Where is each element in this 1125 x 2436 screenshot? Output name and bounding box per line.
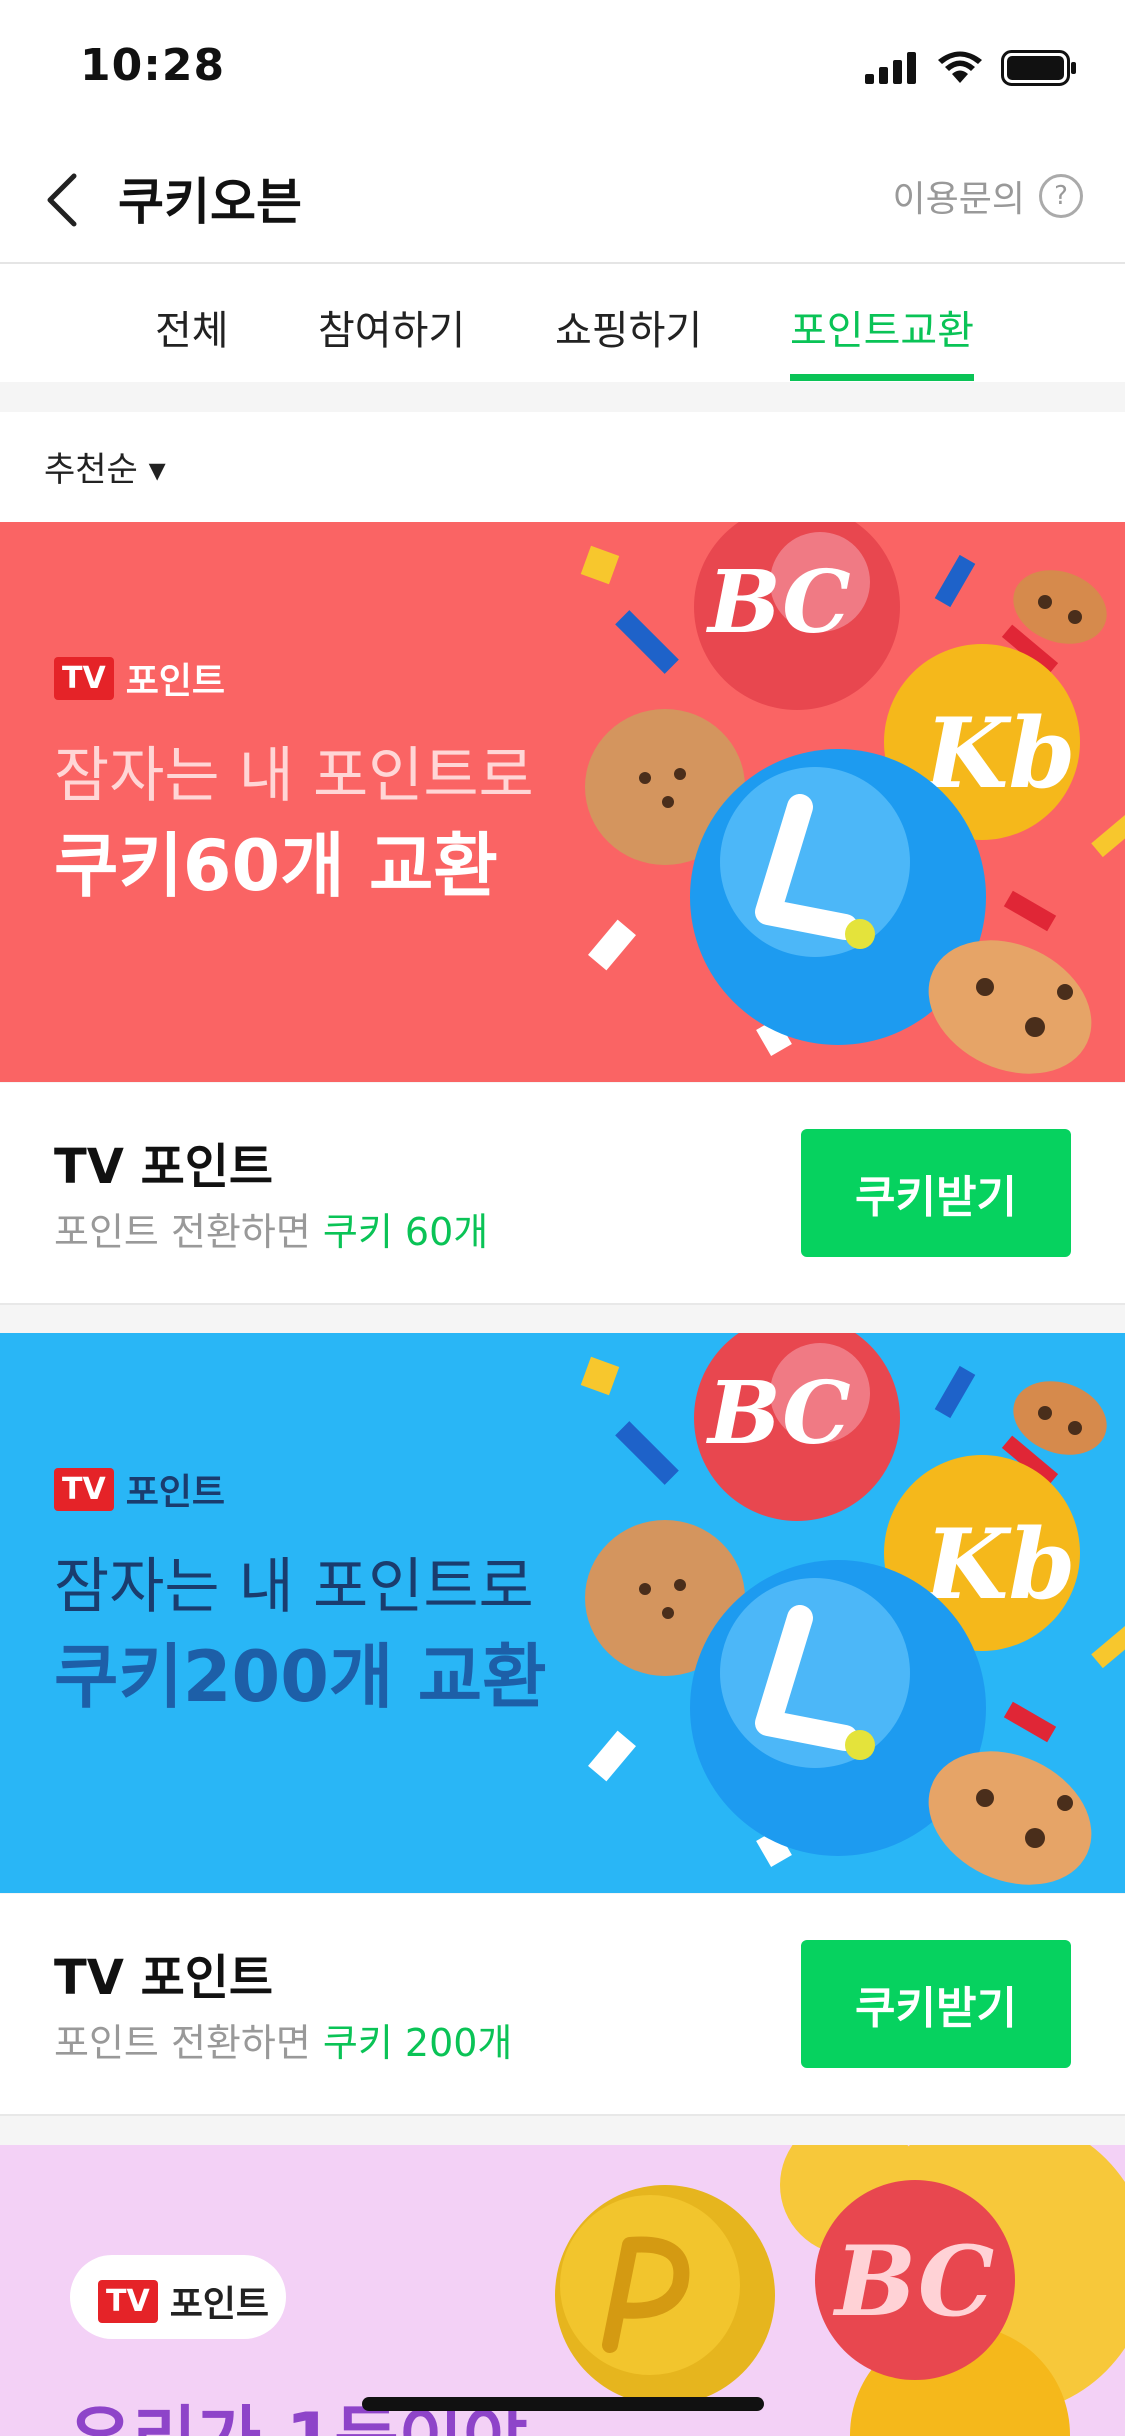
sort-bar: 추천순 ▾: [0, 412, 1125, 522]
list-item: TV 포인트 포인트 전환하면 쿠키 60개 쿠키받기: [0, 1083, 1125, 1305]
app-header: 쿠키오븐 이용문의 ?: [0, 140, 1125, 264]
tab-bar: 전체 참여하기 쇼핑하기 포인트교환: [0, 264, 1125, 382]
battery-icon: [1001, 50, 1076, 86]
signal-icon: [865, 52, 916, 84]
tab-participate[interactable]: 참여하기: [318, 298, 465, 356]
get-cookie-button[interactable]: 쿠키받기: [801, 1129, 1071, 1257]
question-icon: ?: [1039, 174, 1083, 218]
item-name: TV 포인트: [54, 1139, 274, 1195]
tab-all[interactable]: 전체: [155, 298, 229, 356]
banner-subtitle: 잠자는 내 포인트로: [54, 1552, 534, 1622]
help-link[interactable]: 이용문의 ?: [893, 170, 1083, 222]
help-label: 이용문의: [892, 179, 1025, 220]
active-tab-indicator: [790, 374, 974, 381]
promo-banner[interactable]: BC Kb TV 포인트 잠자는 내 포인트로 쿠키200개 교환: [0, 1333, 1125, 1893]
svg-text:BC: BC: [832, 2225, 994, 2338]
desc-prefix: 포인트 전환하면: [54, 1210, 323, 1254]
tab-point-exchange[interactable]: 포인트교환: [790, 298, 974, 356]
page-title: 쿠키오븐: [118, 173, 302, 231]
badge-label: 포인트: [125, 1472, 226, 1513]
wifi-icon: [938, 51, 982, 83]
tv-point-badge: TV 포인트: [98, 2275, 269, 2327]
promo-banner[interactable]: BC Kb TV 포인트 잠자는 내 포인트로 쿠키60개 교환: [0, 522, 1125, 1082]
cookie-amount: 쿠키 200개: [322, 2021, 513, 2065]
banner-subtitle: 잠자는 내 포인트로: [54, 741, 534, 811]
tv-point-badge: TV 포인트: [54, 652, 225, 704]
tv-logo: TV: [54, 1467, 114, 1511]
status-bar: 10:28: [0, 0, 1125, 140]
item-description: 포인트 전환하면 쿠키 60개: [54, 1201, 488, 1256]
tv-logo: TV: [54, 656, 114, 700]
get-cookie-button[interactable]: 쿠키받기: [801, 1940, 1071, 2068]
item-name: TV 포인트: [54, 1950, 274, 2006]
banner-headline: 쿠키200개 교환: [54, 1636, 547, 1718]
sort-dropdown[interactable]: 추천순 ▾: [44, 442, 166, 491]
home-indicator[interactable]: [362, 2397, 764, 2411]
banner-headline: 쿠키60개 교환: [54, 825, 498, 907]
desc-prefix: 포인트 전환하면: [54, 2021, 323, 2065]
list-item: TV 포인트 포인트 전환하면 쿠키 200개 쿠키받기: [0, 1894, 1125, 2116]
svg-text:Kb: Kb: [922, 1508, 1076, 1621]
item-description: 포인트 전환하면 쿠키 200개: [54, 2012, 512, 2067]
tv-logo: TV: [98, 2279, 158, 2323]
badge-label: 포인트: [169, 2284, 270, 2325]
status-time: 10:28: [80, 40, 226, 91]
svg-text:BC: BC: [705, 552, 851, 653]
badge-label: 포인트: [125, 661, 226, 702]
svg-text:BC: BC: [705, 1363, 851, 1464]
system-icons: [865, 50, 1077, 86]
back-chevron-icon[interactable]: [40, 170, 90, 230]
svg-text:Kb: Kb: [922, 697, 1076, 810]
tab-shopping[interactable]: 쇼핑하기: [555, 298, 702, 356]
tv-point-badge: TV 포인트: [54, 1463, 225, 1515]
cookie-amount: 쿠키 60개: [322, 1210, 489, 1254]
promo-banner[interactable]: BC TV 포인트 우리가 1등이야: [0, 2145, 1125, 2436]
